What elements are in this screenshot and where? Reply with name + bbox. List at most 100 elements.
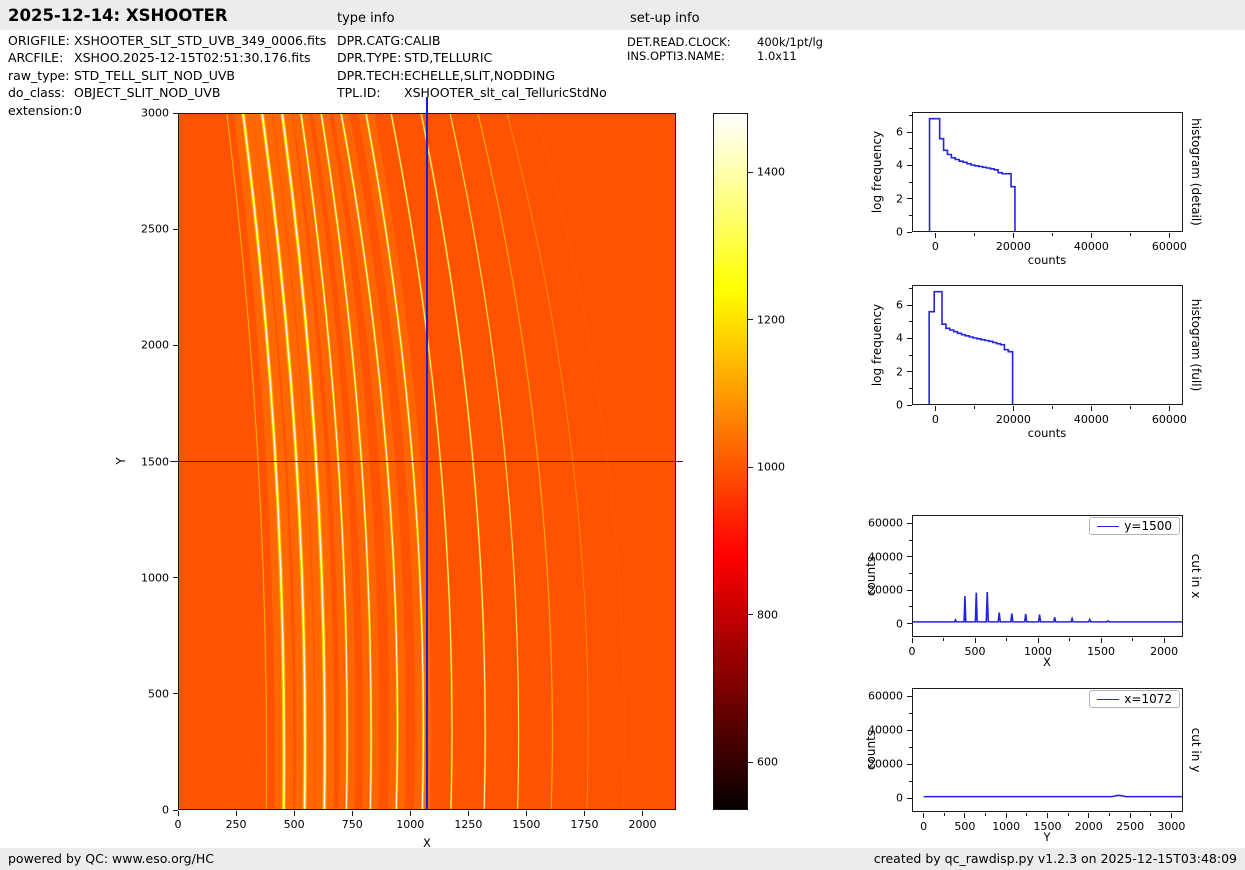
axis-tick <box>907 763 912 765</box>
axis-minor-tick <box>1150 813 1152 816</box>
axis-tick-label: 500 <box>148 687 169 701</box>
axis-tick <box>173 577 178 579</box>
axis-minor-tick <box>973 406 975 409</box>
axis-minor-tick <box>909 148 912 150</box>
axis-tick <box>907 695 912 697</box>
axis-tick-label: 750 <box>341 818 363 831</box>
axis-minor-tick <box>1069 638 1071 641</box>
axis-tick <box>1090 406 1092 411</box>
axis-tick-label: 4 <box>896 158 903 172</box>
axis-tick-label: 4 <box>896 331 903 345</box>
axis-minor-tick <box>909 287 912 289</box>
axis-tick-label: 0 <box>896 791 903 805</box>
file-info-value: STD_TELL_SLIT_NOD_UVB <box>74 67 235 83</box>
axis-tick-label: 2000 <box>1150 645 1179 658</box>
axis-tick-label: 1500 <box>1087 645 1116 658</box>
axis-tick-label: 500 <box>964 645 986 658</box>
axis-tick-label: 60000 <box>1151 413 1187 426</box>
axis-tick-label: 60000 <box>868 516 903 530</box>
axis-tick-label: 2 <box>896 365 903 379</box>
axis-tick-label: 40000 <box>1073 240 1109 253</box>
setup-info-label: DET.READ.CLOCK: <box>627 35 731 49</box>
axis-tick-label: 1000 <box>1024 645 1053 658</box>
colorbar-tick-label: 1000 <box>757 460 785 474</box>
axis-tick-label: 1000 <box>396 818 425 831</box>
setup-info-heading: set-up info <box>630 11 700 26</box>
axis-tick-label: 2000 <box>1074 820 1103 833</box>
axis-minor-tick <box>1051 233 1053 236</box>
axis-tick-label: 1000 <box>141 571 169 585</box>
axis-tick <box>173 693 178 695</box>
axis-minor-tick <box>909 114 912 116</box>
axis-tick-label: 0 <box>920 820 928 833</box>
axis-minor-tick <box>909 181 912 183</box>
axis-tick-label: 20000 <box>868 583 903 597</box>
axis-tick <box>1163 638 1165 643</box>
axis-minor-tick <box>973 233 975 236</box>
setup-info-value: 1.0x11 <box>757 48 797 63</box>
axis-tick-label: 1500 <box>141 455 169 468</box>
axis-tick <box>235 811 237 816</box>
axis-minor-tick <box>909 321 912 323</box>
axis-tick <box>1047 813 1048 818</box>
axis-tick-label: 1500 <box>1033 820 1062 833</box>
setup-info-label: INS.OPTI3.NAME: <box>627 48 725 63</box>
axis-tick <box>467 811 469 816</box>
axis-tick <box>907 522 912 524</box>
axis-tick <box>907 371 912 373</box>
colorbar-tick <box>748 319 753 321</box>
axis-minor-tick <box>1006 638 1008 641</box>
axis-minor-tick <box>909 712 912 714</box>
type-info-value: CALIB <box>404 33 441 48</box>
file-info-label: do_class: <box>8 85 66 101</box>
cut-y-legend: x=1072 <box>1089 690 1180 708</box>
axis-tick <box>1005 813 1007 818</box>
hist-full-side-label: histogram (full) <box>1189 298 1203 392</box>
axis-tick-label: 2000 <box>141 338 169 352</box>
type-info-value: STD,TELLURIC <box>404 50 493 66</box>
colorbar-tick-label: 800 <box>757 608 778 622</box>
file-info-label: ORIGFILE: <box>8 33 70 48</box>
crosshair-vertical-line <box>426 97 428 810</box>
axis-minor-tick <box>1132 638 1134 641</box>
axis-minor-tick <box>909 606 912 608</box>
axis-tick <box>173 461 178 462</box>
footer-powered-by: powered by QC: www.eso.org/HC <box>8 851 214 866</box>
axis-tick-label: 0 <box>162 803 169 817</box>
axis-tick-label: 40000 <box>868 723 903 737</box>
axis-minor-tick <box>943 813 945 816</box>
axis-tick <box>173 344 178 346</box>
axis-tick <box>974 638 976 643</box>
axis-tick-label: 60000 <box>1151 240 1187 253</box>
axis-tick-label: 20000 <box>868 757 903 771</box>
axis-tick <box>1170 813 1172 818</box>
axis-tick <box>907 623 912 625</box>
axis-tick-label: 0 <box>896 225 903 239</box>
type-info-label: DPR.TECH: <box>337 67 405 83</box>
type-info-heading: type info <box>337 11 395 26</box>
axis-tick-label: 2500 <box>141 222 169 236</box>
axis-minor-tick <box>909 746 912 748</box>
axis-tick <box>642 811 644 816</box>
axis-minor-tick <box>1026 813 1028 816</box>
axis-minor-tick <box>943 638 944 641</box>
axis-tick <box>1168 406 1170 411</box>
file-info-value: 0 <box>74 102 82 118</box>
axis-minor-tick <box>909 387 912 389</box>
histogram-full-plot <box>912 285 1183 405</box>
axis-tick-label: 2 <box>896 192 903 206</box>
colorbar <box>713 113 748 810</box>
axis-tick-label: 250 <box>225 818 247 831</box>
hist-detail-side-label: histogram (detail) <box>1189 118 1203 226</box>
axis-tick <box>907 404 912 406</box>
axis-tick-label: 1000 <box>992 820 1021 833</box>
axis-tick <box>1168 233 1170 238</box>
axis-tick <box>907 729 912 731</box>
axis-minor-tick <box>909 539 912 541</box>
main-y-axis-label: Y <box>114 457 128 465</box>
hist-full-y-axis-label: log frequency <box>870 303 884 387</box>
cut-x-side-label: cut in x <box>1189 553 1203 599</box>
axis-tick-label: 0 <box>908 645 916 658</box>
axis-tick-label: 40000 <box>868 550 903 564</box>
axis-minor-tick <box>909 214 912 216</box>
